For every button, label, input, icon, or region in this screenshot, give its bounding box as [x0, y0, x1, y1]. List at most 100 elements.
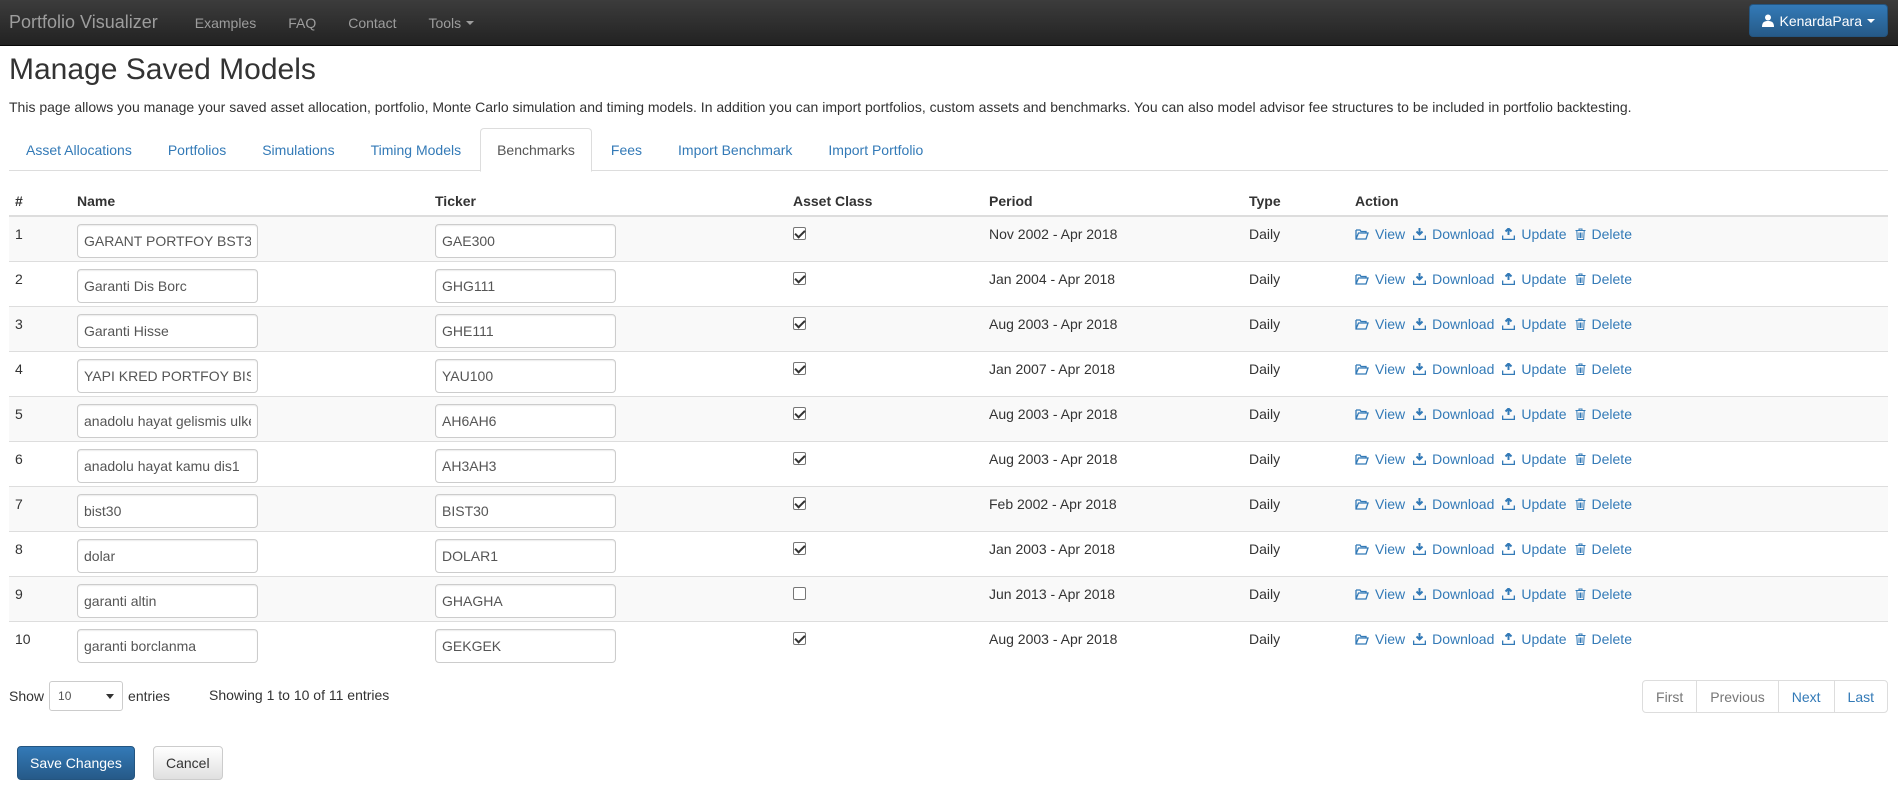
pagination-last[interactable]: Last — [1833, 680, 1888, 713]
ticker-input[interactable] — [435, 268, 616, 303]
update-link[interactable]: Update — [1502, 406, 1567, 422]
update-link[interactable]: Update — [1502, 226, 1567, 242]
asset-class-checkbox[interactable] — [793, 586, 806, 600]
col-header-asset-class[interactable]: Asset Class — [787, 187, 983, 217]
delete-link[interactable]: Delete — [1575, 271, 1632, 287]
col-header-action[interactable]: Action — [1349, 187, 1888, 217]
delete-link[interactable]: Delete — [1575, 586, 1632, 602]
tab-portfolios[interactable]: Portfolios — [151, 128, 243, 171]
view-link[interactable]: View — [1355, 631, 1405, 647]
asset-class-checkbox[interactable] — [793, 496, 806, 510]
view-link[interactable]: View — [1355, 271, 1405, 287]
asset-class-checkbox[interactable] — [793, 631, 806, 645]
tab-fees[interactable]: Fees — [594, 128, 659, 171]
update-link[interactable]: Update — [1502, 451, 1567, 467]
tab-import-benchmark[interactable]: Import Benchmark — [661, 128, 809, 171]
asset-class-checkbox[interactable] — [793, 406, 806, 420]
update-link[interactable]: Update — [1502, 271, 1567, 287]
col-header-type[interactable]: Type — [1243, 187, 1349, 217]
download-link[interactable]: Download — [1413, 586, 1494, 602]
update-link[interactable]: Update — [1502, 316, 1567, 332]
view-link[interactable]: View — [1355, 406, 1405, 422]
tab-simulations[interactable]: Simulations — [245, 128, 351, 171]
delete-link[interactable]: Delete — [1575, 451, 1632, 467]
name-input[interactable] — [77, 493, 258, 528]
view-link[interactable]: View — [1355, 316, 1405, 332]
update-link[interactable]: Update — [1502, 586, 1567, 602]
update-link[interactable]: Update — [1502, 496, 1567, 512]
cancel-button[interactable]: Cancel — [153, 746, 223, 780]
update-link[interactable]: Update — [1502, 541, 1567, 557]
ticker-input[interactable] — [435, 224, 616, 258]
view-link[interactable]: View — [1355, 226, 1405, 242]
asset-class-checkbox[interactable] — [793, 316, 806, 330]
name-input[interactable] — [77, 224, 258, 258]
name-input[interactable] — [77, 358, 258, 393]
nav-faq[interactable]: FAQ — [272, 0, 332, 46]
name-input[interactable] — [77, 583, 258, 618]
asset-class-checkbox[interactable] — [793, 451, 806, 465]
delete-link[interactable]: Delete — [1575, 406, 1632, 422]
view-link[interactable]: View — [1355, 451, 1405, 467]
download-link[interactable]: Download — [1413, 451, 1494, 467]
download-link[interactable]: Download — [1413, 406, 1494, 422]
upload-icon — [1502, 452, 1518, 465]
col-header-ticker[interactable]: Ticker — [429, 187, 787, 217]
view-link[interactable]: View — [1355, 361, 1405, 377]
ticker-input[interactable] — [435, 583, 616, 618]
update-link[interactable]: Update — [1502, 361, 1567, 377]
user-menu-button[interactable]: KenardaPara — [1749, 4, 1888, 37]
nav-tools-dropdown[interactable]: Tools — [412, 0, 490, 46]
tab-asset-allocations[interactable]: Asset Allocations — [9, 128, 149, 171]
save-changes-button[interactable]: Save Changes — [17, 746, 135, 780]
name-input[interactable] — [77, 538, 258, 573]
nav-examples[interactable]: Examples — [179, 0, 272, 46]
delete-link[interactable]: Delete — [1575, 316, 1632, 332]
delete-link[interactable]: Delete — [1575, 361, 1632, 377]
asset-class-checkbox[interactable] — [793, 227, 806, 240]
download-icon — [1413, 632, 1429, 645]
col-header-number[interactable]: # — [9, 187, 71, 217]
download-link[interactable]: Download — [1413, 316, 1494, 332]
name-input[interactable] — [77, 268, 258, 303]
pagination-next[interactable]: Next — [1777, 680, 1835, 713]
view-link[interactable]: View — [1355, 586, 1405, 602]
ticker-input[interactable] — [435, 403, 616, 438]
pagination-first[interactable]: First — [1642, 680, 1698, 713]
asset-class-checkbox[interactable] — [793, 361, 806, 375]
delete-link[interactable]: Delete — [1575, 226, 1632, 242]
name-input[interactable] — [77, 628, 258, 663]
col-header-name[interactable]: Name — [71, 187, 429, 217]
tab-timing-models[interactable]: Timing Models — [354, 128, 479, 171]
delete-link[interactable]: Delete — [1575, 541, 1632, 557]
name-input[interactable] — [77, 403, 258, 438]
ticker-input[interactable] — [435, 538, 616, 573]
ticker-input[interactable] — [435, 628, 616, 663]
download-link[interactable]: Download — [1413, 271, 1494, 287]
delete-link[interactable]: Delete — [1575, 496, 1632, 512]
name-input[interactable] — [77, 448, 258, 483]
ticker-input[interactable] — [435, 493, 616, 528]
ticker-input[interactable] — [435, 313, 616, 348]
name-input[interactable] — [77, 313, 258, 348]
nav-contact[interactable]: Contact — [332, 0, 412, 46]
delete-link[interactable]: Delete — [1575, 631, 1632, 647]
asset-class-checkbox[interactable] — [793, 271, 806, 285]
view-link[interactable]: View — [1355, 541, 1405, 557]
ticker-input[interactable] — [435, 448, 616, 483]
update-link[interactable]: Update — [1502, 631, 1567, 647]
download-link[interactable]: Download — [1413, 496, 1494, 512]
download-link[interactable]: Download — [1413, 541, 1494, 557]
pagination-previous[interactable]: Previous — [1696, 680, 1779, 713]
ticker-input[interactable] — [435, 358, 616, 393]
download-link[interactable]: Download — [1413, 361, 1494, 377]
asset-class-checkbox[interactable] — [793, 541, 806, 555]
brand-link[interactable]: Portfolio Visualizer — [0, 12, 167, 33]
tab-benchmarks[interactable]: Benchmarks — [480, 128, 592, 172]
view-link[interactable]: View — [1355, 496, 1405, 512]
download-link[interactable]: Download — [1413, 226, 1494, 242]
page-length-select[interactable]: 10 — [49, 681, 124, 711]
download-link[interactable]: Download — [1413, 631, 1494, 647]
col-header-period[interactable]: Period — [983, 187, 1243, 217]
tab-import-portfolio[interactable]: Import Portfolio — [811, 128, 940, 171]
